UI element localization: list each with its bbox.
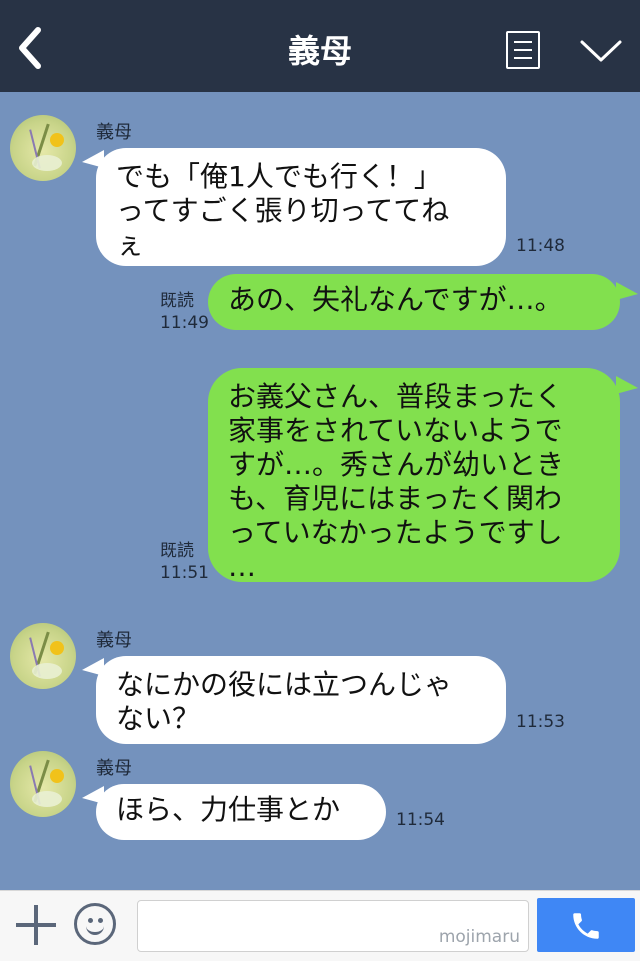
message-meta: 既読 11:51 <box>160 540 209 584</box>
incoming-message[interactable]: でも「俺1人でも行く！」 ってすごく張り切っててね ぇ <box>96 148 506 266</box>
avatar[interactable] <box>10 115 76 181</box>
sender-name: 義母 <box>96 122 132 143</box>
avatar[interactable] <box>10 751 76 817</box>
chat-title: 義母 <box>287 32 352 70</box>
read-receipt: 既読 <box>160 541 194 561</box>
chevron-down-icon <box>580 40 622 62</box>
sender-name: 義母 <box>96 758 132 779</box>
phone-icon <box>573 913 599 939</box>
collapse-button[interactable] <box>578 36 624 66</box>
sender-name: 義母 <box>96 630 132 651</box>
add-button[interactable] <box>14 903 58 947</box>
message-time: 11:48 <box>516 236 565 256</box>
message-input[interactable]: mojimaru <box>137 900 529 952</box>
chat-area[interactable]: 義母 でも「俺1人でも行く！」 ってすごく張り切っててね ぇ 11:48 既読 … <box>0 92 640 890</box>
outgoing-message[interactable]: あの、失礼なんですが…。 <box>208 274 620 330</box>
input-bar: mojimaru <box>0 890 640 961</box>
read-receipt: 既読 <box>160 291 194 311</box>
message-time: 11:49 <box>160 313 209 333</box>
message-meta: 既読 11:49 <box>160 290 209 334</box>
sticker-button[interactable] <box>74 903 116 945</box>
avatar[interactable] <box>10 623 76 689</box>
message-time: 11:51 <box>160 563 209 583</box>
message-time: 11:54 <box>396 810 445 830</box>
incoming-message[interactable]: なにかの役には立つんじゃ ない？ <box>96 656 506 744</box>
incoming-message[interactable]: ほら、力仕事とか <box>96 784 386 840</box>
message-time: 11:53 <box>516 712 565 732</box>
call-button[interactable] <box>537 898 635 952</box>
outgoing-message[interactable]: お義父さん、普段まったく 家事をされていないようで すが…。秀さんが幼いとき も… <box>208 368 620 583</box>
watermark: mojimaru <box>438 927 520 947</box>
menu-button[interactable] <box>506 31 540 69</box>
chat-header: 義母 <box>0 0 640 92</box>
